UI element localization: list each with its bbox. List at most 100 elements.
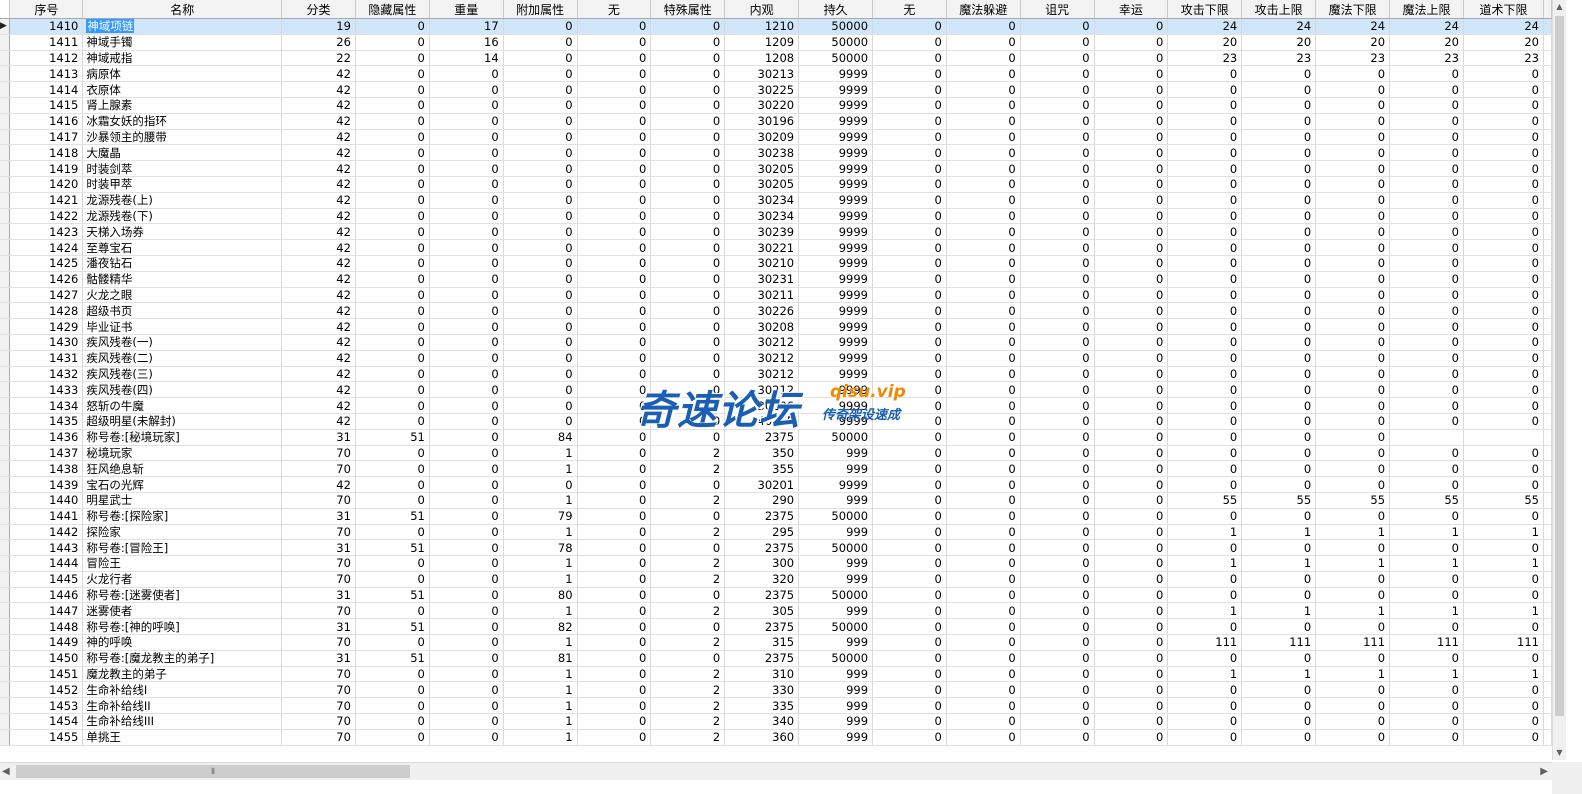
cell-4[interactable]: 0 <box>429 492 504 509</box>
column-header-9[interactable]: 持久 <box>798 0 874 19</box>
cell-0[interactable]: 1422 <box>9 208 84 225</box>
cell-2[interactable]: 42 <box>281 366 356 383</box>
cell-12[interactable]: 0 <box>1020 666 1095 683</box>
cell-12[interactable]: 0 <box>1020 318 1095 335</box>
cell-11[interactable]: 0 <box>946 697 1021 715</box>
cell-8[interactable]: 30238 <box>724 144 800 162</box>
table-row[interactable]: 1438 狂风绝息斩 70 0 0 1 0 2 355 999 0 0 0 0 0 0 0 0 0 <box>0 460 1552 478</box>
cell-6[interactable]: 0 <box>577 223 652 241</box>
cell-1[interactable]: 明星武士 <box>82 492 283 509</box>
cell-2[interactable]: 42 <box>281 287 356 304</box>
cell-13[interactable]: 0 <box>1094 113 1169 130</box>
cell-7[interactable]: 0 <box>650 413 726 430</box>
cell-1[interactable]: 天梯入场券 <box>82 223 283 241</box>
cell-1[interactable]: 称号卷:[神的呼唤] <box>82 618 283 636</box>
cell-3[interactable]: 0 <box>355 287 430 304</box>
cell-6[interactable]: 0 <box>577 144 652 162</box>
cell-14[interactable]: 20 <box>1167 34 1243 51</box>
cell-10[interactable]: 0 <box>872 445 947 462</box>
cell-12[interactable]: 0 <box>1020 223 1095 241</box>
cell-17[interactable]: 0 <box>1389 287 1464 304</box>
cell-14[interactable]: 55 <box>1167 492 1243 509</box>
cell-6[interactable]: 0 <box>577 81 652 98</box>
cell-0[interactable]: 1429 <box>9 318 84 335</box>
cell-6[interactable]: 0 <box>577 302 652 320</box>
cell-13[interactable]: 0 <box>1094 381 1169 399</box>
cell-15[interactable]: 0 <box>1241 381 1317 399</box>
cell-7[interactable]: 0 <box>650 476 726 493</box>
cell-15[interactable]: 0 <box>1241 397 1317 414</box>
cell-5[interactable]: 1 <box>503 460 578 478</box>
cell-7[interactable]: 0 <box>650 334 726 351</box>
cell-4[interactable]: 0 <box>429 334 504 351</box>
cell-13[interactable]: 0 <box>1094 144 1169 162</box>
cell-10[interactable]: 0 <box>872 524 947 541</box>
cell-1[interactable]: 火龙之眼 <box>82 287 283 304</box>
cell-15[interactable]: 0 <box>1241 713 1317 730</box>
cell-5[interactable]: 1 <box>503 666 578 683</box>
cell-6[interactable]: 0 <box>577 113 652 130</box>
cell-8[interactable]: 2375 <box>724 650 800 667</box>
cell-8[interactable]: 30239 <box>724 223 800 241</box>
cell-10[interactable]: 0 <box>872 65 947 83</box>
cell-3[interactable]: 0 <box>355 334 430 351</box>
cell-8[interactable]: 330 <box>724 681 800 699</box>
cell-17[interactable]: 0 <box>1389 539 1464 557</box>
cell-8[interactable]: 30196 <box>724 113 800 130</box>
cell-7[interactable]: 0 <box>650 50 726 67</box>
cell-17[interactable]: 0 <box>1389 476 1464 493</box>
cell-5[interactable]: 0 <box>503 18 578 35</box>
cell-0[interactable]: 1413 <box>9 65 84 83</box>
cell-2[interactable]: 31 <box>281 650 356 667</box>
cell-15[interactable]: 0 <box>1241 287 1317 304</box>
cell-6[interactable]: 0 <box>577 34 652 51</box>
data-grid[interactable]: 序号 名称 分类 隐藏属性 重量 附加属性无特殊属性 内观 持久无魔法躲避 诅咒 幸运 攻击下限 攻击… <box>0 0 1552 760</box>
cell-8[interactable]: 315 <box>724 634 800 651</box>
row-selector[interactable] <box>0 381 11 399</box>
cell-1[interactable]: 大魔晶 <box>82 144 283 162</box>
cell-4[interactable]: 0 <box>429 366 504 383</box>
cell-6[interactable]: 0 <box>577 587 652 604</box>
cell-15[interactable]: 0 <box>1241 650 1317 667</box>
cell-11[interactable]: 0 <box>946 192 1021 209</box>
cell-15[interactable]: 20 <box>1241 34 1317 51</box>
cell-12[interactable]: 0 <box>1020 555 1095 572</box>
table-row[interactable]: 1414 衣原体 42 0 0 0 0 0 30225 9999 0 0 0 0 0 0 0 0 0 <box>0 81 1552 98</box>
cell-12[interactable]: 0 <box>1020 271 1095 288</box>
cell-13[interactable]: 0 <box>1094 713 1169 730</box>
cell-0[interactable]: 1453 <box>9 697 84 715</box>
cell-15[interactable]: 0 <box>1241 350 1317 367</box>
cell-2[interactable]: 42 <box>281 255 356 272</box>
cell-16[interactable]: 0 <box>1315 302 1391 320</box>
cell-18[interactable]: 0 <box>1463 271 1545 288</box>
cell-5[interactable]: 0 <box>503 334 578 351</box>
cell-16[interactable]: 0 <box>1315 176 1391 193</box>
cell-10[interactable]: 0 <box>872 571 947 588</box>
cell-2[interactable]: 42 <box>281 476 356 493</box>
cell-16[interactable]: 0 <box>1315 429 1391 446</box>
cell-0[interactable]: 1414 <box>9 81 84 98</box>
cell-15[interactable]: 0 <box>1241 318 1317 335</box>
cell-17[interactable]: 24 <box>1389 18 1464 35</box>
cell-1[interactable]: 骷髅精华 <box>82 271 283 288</box>
cell-17[interactable]: 0 <box>1389 397 1464 414</box>
cell-17[interactable]: 0 <box>1389 208 1464 225</box>
cell-12[interactable]: 0 <box>1020 460 1095 478</box>
cell-9[interactable]: 999 <box>798 681 874 699</box>
horizontal-scrollbar[interactable]: ◀ ⦀ ▶ <box>0 762 1552 780</box>
cell-9[interactable]: 9999 <box>798 476 874 493</box>
column-header-5[interactable]: 附加属性 <box>503 0 578 19</box>
cell-7[interactable]: 0 <box>650 618 726 636</box>
cell-18[interactable]: 0 <box>1463 381 1545 399</box>
cell-9[interactable]: 9999 <box>798 208 874 225</box>
cell-3[interactable]: 0 <box>355 350 430 367</box>
cell-6[interactable]: 0 <box>577 192 652 209</box>
row-selector[interactable] <box>0 350 11 367</box>
cell-12[interactable]: 0 <box>1020 397 1095 414</box>
cell-0[interactable]: 1432 <box>9 366 84 383</box>
cell-14[interactable]: 111 <box>1167 634 1243 651</box>
cell-18[interactable]: 0 <box>1463 460 1545 478</box>
cell-5[interactable]: 0 <box>503 476 578 493</box>
cell-0[interactable]: 1445 <box>9 571 84 588</box>
cell-14[interactable]: 0 <box>1167 460 1243 478</box>
